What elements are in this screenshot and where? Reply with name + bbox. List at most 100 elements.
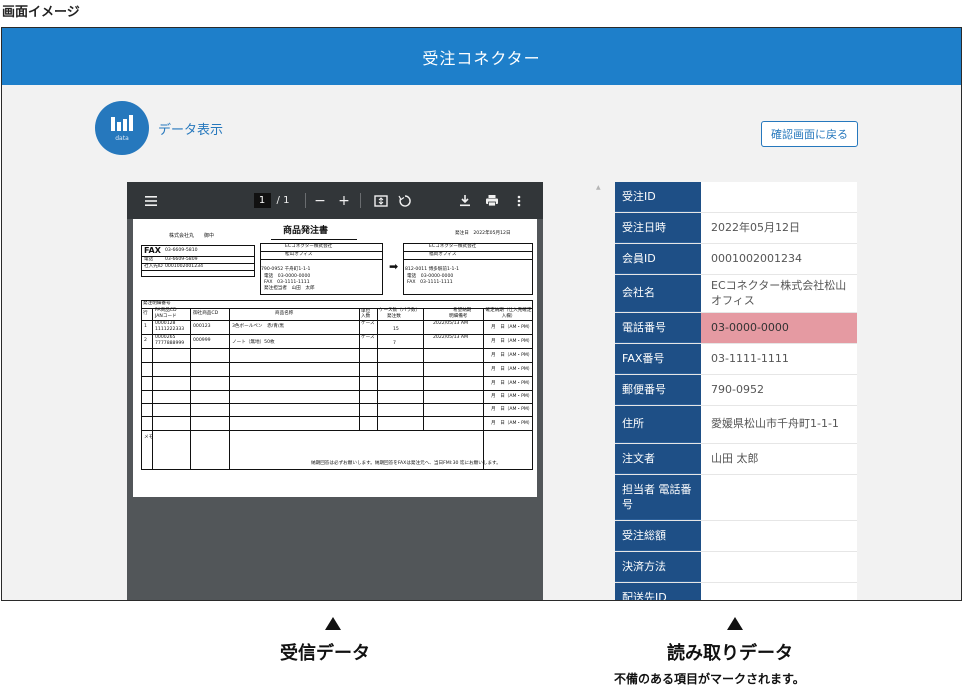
- doc-date-cell: 月 日（AM・PM）: [491, 421, 533, 426]
- doc-date-cell: 月 日（AM・PM）: [491, 367, 533, 372]
- doc-line2-unit: ケース: [361, 335, 375, 340]
- field-value[interactable]: 山田 太郎: [701, 444, 857, 474]
- page-number-input[interactable]: 1: [252, 182, 272, 219]
- table-line: [359, 308, 360, 430]
- table-line: [142, 430, 532, 431]
- doc-line2-jan: 7777888999: [155, 341, 185, 346]
- doc-line1-qty: 15: [393, 327, 399, 332]
- triangle-marker-icon: [727, 617, 743, 630]
- doc-memo-label: メモ: [144, 435, 154, 440]
- table-line: [142, 390, 532, 391]
- current-page[interactable]: 1: [253, 193, 271, 208]
- form-line: [261, 259, 382, 260]
- field-value[interactable]: 愛媛県松山市千舟町1-1-1: [701, 406, 857, 443]
- field-value[interactable]: 03-1111-1111: [701, 344, 857, 374]
- doc-date-cell: 月 日（AM・PM）: [491, 353, 533, 358]
- field-label: 注文者: [615, 444, 701, 474]
- doc-orderer-fax: FAX 03-1111-1111: [264, 280, 310, 285]
- doc-line2-due: 2022/05/13 AM: [433, 335, 469, 340]
- doc-line1-unit: ケース: [361, 321, 375, 326]
- field-label: 電話番号: [615, 313, 701, 343]
- extracted-data-panel: 受注ID 受注日時 2022年05月12日 会員ID 0001002001234…: [615, 182, 857, 600]
- doc-orderer-company: ECコネクター株式会社: [285, 244, 333, 249]
- doc-line2-name: ノート（無地）50枚: [232, 340, 275, 345]
- doc-issue-date: 発注日 2022年05月12日: [455, 231, 511, 236]
- table-line: [377, 308, 378, 430]
- field-label: 受注日時: [615, 213, 701, 243]
- toolbar-divider: [360, 193, 361, 208]
- app-window: 受注コネクター data データ表示 確認画面に戻る 1 / 1 − + 商品発…: [1, 27, 962, 601]
- table-line: [142, 308, 532, 309]
- doc-line2-qty: 7: [393, 341, 396, 346]
- rotate-icon[interactable]: [394, 182, 416, 219]
- more-options-icon[interactable]: [509, 182, 529, 219]
- field-value[interactable]: 0001002001234: [701, 244, 857, 274]
- parsed-data-note: 不備のある項目がマークされます。: [614, 672, 805, 686]
- menu-icon[interactable]: [139, 182, 163, 219]
- doc-line1-due: 2022/05/13 AM: [433, 321, 469, 326]
- section-title: データ表示: [158, 123, 224, 138]
- doc-ship-addr: 812-0011 博多駅前1-1-1: [405, 267, 460, 272]
- field-label: 会社名: [615, 275, 701, 312]
- field-value[interactable]: 2022年05月12日: [701, 213, 857, 243]
- triangle-marker-icon: [325, 617, 341, 630]
- field-value-flagged[interactable]: 03-0000-0000: [701, 313, 857, 343]
- field-row-orderer: 注文者 山田 太郎: [615, 444, 857, 475]
- field-value[interactable]: [701, 583, 857, 600]
- field-value[interactable]: [701, 521, 857, 551]
- image-caption: 画面イメージ: [2, 5, 80, 20]
- doc-orderer-person: 発注担当者 山田 太郎: [264, 286, 315, 291]
- back-to-confirm-button[interactable]: 確認画面に戻る: [761, 121, 858, 147]
- doc-orderer-zip: 790-0952 千舟町1-1-1: [261, 267, 311, 272]
- doc-date-cell: 月 日（AM・PM）: [491, 394, 533, 399]
- bar-chart-icon: [111, 114, 133, 131]
- fit-page-icon[interactable]: [370, 182, 392, 219]
- doc-orderer-tel: 電話 03-0000-0000: [264, 274, 311, 279]
- page: 画面イメージ 受注コネクター data データ表示 確認画面に戻る 1 / 1 …: [0, 0, 962, 688]
- print-icon[interactable]: [481, 182, 503, 219]
- doc-line1-sku: 000123: [193, 324, 211, 329]
- form-line: [142, 256, 254, 257]
- data-badge: data: [95, 101, 149, 155]
- toolbar-divider: [305, 193, 306, 208]
- pdf-viewer[interactable]: 1 / 1 − + 商品発注書 株式会社丸 御中 発注日 2022年05月12日…: [127, 182, 543, 600]
- form-line: [142, 263, 254, 264]
- field-row-order-total: 受注総額: [615, 521, 857, 552]
- received-data-caption: 受信データ: [280, 643, 370, 664]
- zoom-in-button[interactable]: +: [334, 182, 354, 219]
- zoom-out-button[interactable]: −: [310, 182, 330, 219]
- form-line: [404, 251, 532, 252]
- badge-label: data: [115, 134, 129, 142]
- doc-ship-fax: FAX 03-1111-1111: [407, 280, 453, 285]
- doc-detail-label: 発注明細番号: [143, 301, 171, 306]
- table-line: [142, 416, 532, 417]
- pdf-toolbar: 1 / 1 − +: [127, 182, 543, 219]
- field-row-postal-code: 郵便番号 790-0952: [615, 375, 857, 406]
- doc-line1-code: 0000128: [155, 321, 176, 326]
- field-value[interactable]: ECコネクター株式会社松山オフィス: [701, 275, 857, 312]
- field-label: 受注ID: [615, 182, 701, 212]
- doc-col-no: 行: [143, 311, 148, 316]
- doc-col-code: PA商品CD: [155, 308, 177, 313]
- doc-col-name: 商品名称: [275, 311, 294, 316]
- doc-col-jan: JANコード: [155, 314, 177, 319]
- doc-date-cell: 月 日（AM・PM）: [491, 407, 533, 412]
- field-row-ship-to-id: 配送先ID: [615, 583, 857, 600]
- field-row-order-id: 受注ID: [615, 182, 857, 213]
- table-line: [142, 376, 532, 377]
- page-total: / 1: [276, 195, 290, 206]
- table-line: [423, 308, 424, 430]
- doc-col-unit: 単位 入数: [361, 309, 371, 319]
- app-header: 受注コネクター: [2, 28, 961, 85]
- scroll-up-icon[interactable]: ▲: [596, 184, 601, 191]
- field-row-contact-phone: 担当者 電話番号: [615, 475, 857, 521]
- download-icon[interactable]: [454, 182, 476, 219]
- field-value[interactable]: [701, 475, 857, 520]
- field-value[interactable]: [701, 182, 857, 212]
- doc-col-due: 希望納期: [453, 308, 472, 313]
- field-value[interactable]: [701, 552, 857, 582]
- field-value[interactable]: 790-0952: [701, 375, 857, 405]
- field-row-payment-method: 決済方法: [615, 552, 857, 583]
- doc-fax-value: 03-6609-5810: [165, 248, 198, 253]
- field-row-company: 会社名 ECコネクター株式会社松山オフィス: [615, 275, 857, 313]
